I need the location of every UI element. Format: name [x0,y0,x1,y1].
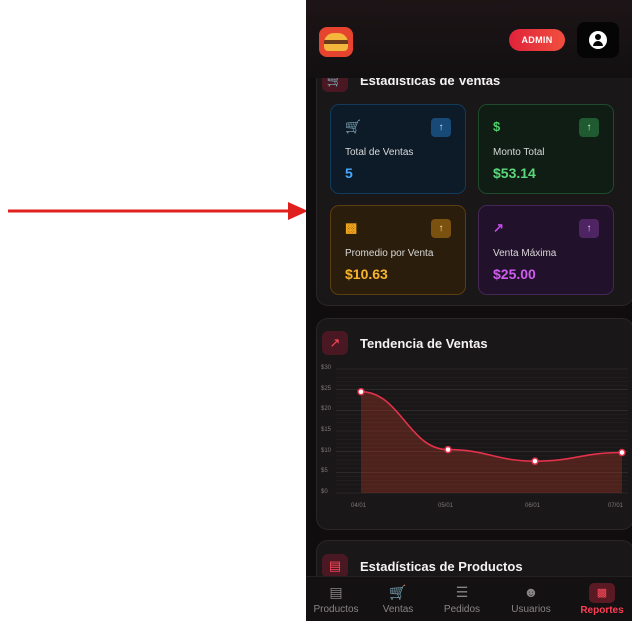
x-tick-label: 05/01 [438,503,454,509]
y-tick-label: $0 [321,489,328,495]
arrow-up-icon: ↑ [579,118,599,137]
sales-trend-title: Tendencia de Ventas [360,335,488,351]
y-tick-label: $15 [321,427,332,433]
nav-label: Ventas [382,604,414,615]
stat-value: $25.00 [493,266,536,282]
series-area [361,391,622,493]
stat-label: Monto Total [493,147,545,158]
bar-chart-icon: ▩ [345,220,358,235]
stat-card-monto-total[interactable]: $ ↑ Monto Total $53.14 [478,104,614,194]
user-profile-button[interactable] [577,22,619,58]
users-icon: ☻ [523,584,539,600]
nav-item-usuarios[interactable]: ☻ Usuarios [501,577,561,621]
mobile-app-screen: 🛒 Estadísticas de Ventas 🛒 ↑ Total de Ve… [306,0,632,621]
nav-label: Usuarios [511,604,551,615]
burger-logo-icon[interactable] [319,27,353,57]
clipboard-icon: ☰ [455,584,469,600]
stat-card-venta-maxima[interactable]: ↗ ↑ Venta Máxima $25.00 [478,205,614,295]
sales-trend-chart [336,368,628,494]
admin-badge: ADMIN [509,29,565,51]
app-header: ADMIN [306,0,632,78]
data-point[interactable] [444,445,452,454]
stat-card-promedio[interactable]: ▩ ↑ Promedio por Venta $10.63 [330,205,466,295]
annotation-arrow [8,202,308,220]
cart-icon: 🛒 [389,584,407,600]
y-tick-label: $10 [321,447,332,454]
x-tick-label: 06/01 [525,503,541,509]
nav-label: Pedidos [443,604,481,615]
data-point[interactable] [357,387,365,396]
cart-icon: 🛒 [345,119,362,134]
report-chart-icon: ▩ [589,583,615,603]
stat-card-total-ventas[interactable]: 🛒 ↑ Total de Ventas 5 [330,104,466,194]
data-point[interactable] [531,457,539,465]
nav-item-pedidos[interactable]: ☰ Pedidos [432,577,492,621]
nav-item-reportes[interactable]: ▩ Reportes [572,577,632,621]
nav-label: Reportes [580,605,624,616]
y-tick-label: $5 [321,468,328,475]
arrow-up-icon: ↑ [579,219,599,238]
stat-value: $10.63 [345,266,388,282]
nav-label: Productos [313,604,359,615]
y-tick-label: $30 [321,365,332,371]
y-tick-label: $25 [321,385,332,392]
archive-icon: ▤ [329,584,343,600]
trend-icon: ↗ [493,220,504,235]
dollar-icon: $ [493,119,501,134]
x-tick-label: 04/01 [351,503,367,509]
data-point[interactable] [618,448,626,457]
user-circle-icon [589,31,607,49]
y-tick-label: $20 [321,406,332,413]
stat-value: 5 [345,165,353,181]
nav-item-ventas[interactable]: 🛒 Ventas [368,577,428,621]
trend-icon: ↗ [322,331,348,355]
products-stats-title: Estadísticas de Productos [360,558,523,574]
nav-item-productos[interactable]: ▤ Productos [306,577,366,621]
products-stats-header: ▤ Estadísticas de Productos [322,554,523,578]
arrow-up-icon: ↑ [431,118,451,137]
stat-label: Total de Ventas [345,147,414,158]
stat-label: Venta Máxima [493,248,557,259]
stat-value: $53.14 [493,165,536,181]
arrow-up-icon: ↑ [431,219,451,238]
stat-label: Promedio por Venta [345,248,434,259]
box-icon: ▤ [322,554,348,578]
x-tick-label: 07/01 [608,503,624,509]
sales-trend-header: ↗ Tendencia de Ventas [322,331,488,355]
bottom-navigation: ▤ Productos 🛒 Ventas ☰ Pedidos ☻ Usuario… [306,576,632,621]
